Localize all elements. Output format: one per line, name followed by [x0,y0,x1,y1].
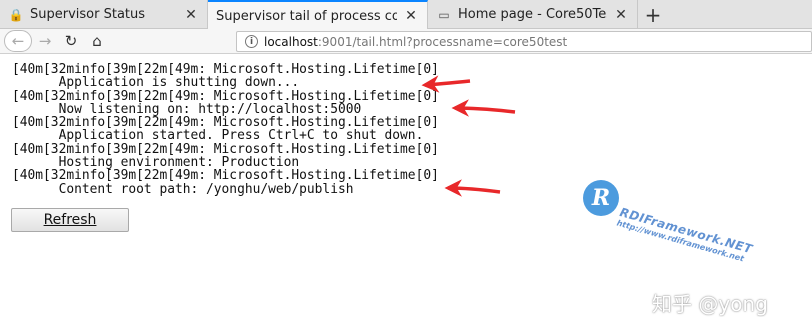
tab-label: Home page - Core50Test [458,7,607,22]
tab-label: Supervisor tail of process core50Test [216,8,397,24]
close-icon[interactable]: ✕ [613,7,629,23]
watermark-logo: R [583,180,619,216]
url-bar[interactable]: i localhost:9001/tail.html?processname=c… [236,31,812,52]
tab-bar: 🔒 Supervisor Status ✕ Supervisor tail of… [0,0,812,30]
home-button[interactable]: ⌂ [84,30,110,52]
refresh-button[interactable]: Refresh [11,208,129,232]
tab-supervisor-tail[interactable]: Supervisor tail of process core50Test ✕ [208,0,428,30]
watermark-text: RDIFramework.NET http://www.rdiframework… [616,205,754,265]
back-button[interactable]: ← [4,30,32,52]
page-icon: ▭ [438,7,450,22]
tab-label: Supervisor Status [30,7,146,22]
reload-button[interactable]: ↻ [58,30,84,52]
arrow-listening [451,99,516,117]
nav-bar: ← → ↻ ⌂ i localhost:9001/tail.html?proce… [0,29,812,54]
new-tab-button[interactable]: + [638,0,668,29]
close-icon[interactable]: ✕ [183,7,199,23]
zhihu-watermark: 知乎 @yong [652,292,768,316]
url-host: localhost [264,34,318,49]
close-icon[interactable]: ✕ [403,8,419,24]
info-icon[interactable]: i [245,35,258,48]
lock-icon: 🔒 [8,7,24,22]
tab-supervisor-status[interactable]: 🔒 Supervisor Status ✕ [0,0,208,29]
url-path: :9001/tail.html?processname=core50test [317,34,568,49]
arrow-content-root [444,179,501,197]
forward-button[interactable]: → [32,30,58,52]
log-output: [40m[32minfo[39m[22m[49m: Microsoft.Host… [12,62,439,197]
tab-home-page[interactable]: ▭ Home page - Core50Test ✕ [428,0,638,29]
page-content: [40m[32minfo[39m[22m[49m: Microsoft.Host… [0,55,812,316]
